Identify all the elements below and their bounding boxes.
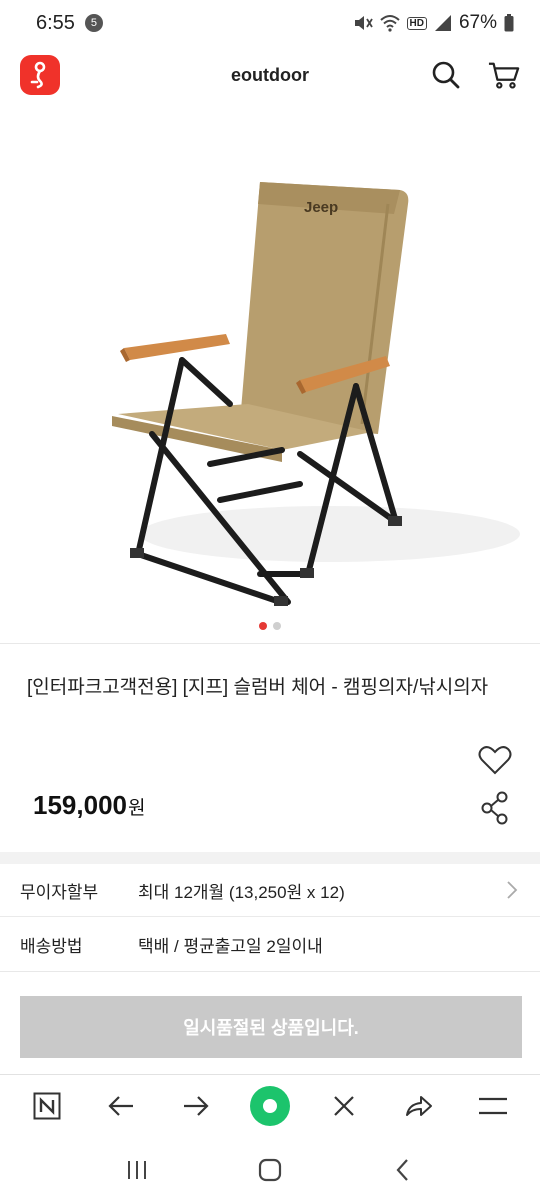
share-arrow-icon <box>405 1095 432 1116</box>
recent-apps-button[interactable] <box>117 1150 157 1190</box>
installment-value: 최대 12개월 (13,250원 x 12) <box>138 882 345 902</box>
pagination-dot[interactable] <box>273 622 281 630</box>
chevron-right-icon <box>507 881 518 899</box>
cart-icon <box>488 62 520 89</box>
naver-n-icon <box>33 1092 61 1119</box>
section-gap <box>0 852 540 864</box>
battery-icon <box>504 14 514 32</box>
soldout-button[interactable]: 일시품절된 상품입니다. <box>20 996 522 1058</box>
product-title: [인터파크고객전용] [지프] 슬럼버 체어 - 캠핑의자/낚시의자 <box>27 677 489 698</box>
menu-button[interactable] <box>470 1083 516 1129</box>
share-button[interactable] <box>480 791 510 825</box>
chevron-left-icon <box>396 1159 409 1181</box>
logo-mark-icon <box>30 61 46 89</box>
arrow-right-icon <box>183 1095 209 1116</box>
price-unit: 원 <box>127 798 146 819</box>
gallery-pagination <box>0 622 540 630</box>
status-bar: 6:55 5 HD 67% <box>0 0 540 46</box>
wishlist-button[interactable] <box>478 744 512 778</box>
heart-icon <box>478 746 512 775</box>
close-button[interactable] <box>321 1083 367 1129</box>
cart-button[interactable] <box>488 59 520 91</box>
recent-apps-icon <box>127 1161 146 1179</box>
signal-icon <box>434 15 451 31</box>
brand-print: Jeep <box>304 199 338 216</box>
product-price: 159,000 <box>33 790 127 820</box>
system-navigation-bar <box>0 1140 540 1200</box>
forward-button[interactable] <box>173 1083 219 1129</box>
naver-button[interactable] <box>24 1083 70 1129</box>
divider <box>0 971 540 972</box>
search-button[interactable] <box>430 59 462 91</box>
green-dot-icon <box>249 1085 290 1126</box>
shipping-value: 택배 / 평균출고일 2일이내 <box>138 937 323 956</box>
share-icon <box>481 791 508 825</box>
home-system-button[interactable] <box>250 1150 290 1190</box>
battery-percent: 67% <box>458 12 497 33</box>
divider <box>0 643 540 644</box>
arrow-left-icon <box>108 1095 134 1116</box>
app-logo[interactable] <box>20 55 60 95</box>
installment-label: 무이자할부 <box>20 882 99 902</box>
clock: 6:55 <box>36 11 75 34</box>
camping-chair-image: Jeep <box>112 182 520 606</box>
hamburger-icon <box>478 1097 507 1114</box>
notification-count-badge: 5 <box>84 14 103 32</box>
shipping-label: 배송방법 <box>20 937 83 956</box>
header-actions <box>430 59 520 91</box>
back-button[interactable] <box>98 1083 144 1129</box>
pagination-dot-active[interactable] <box>259 622 267 630</box>
home-button[interactable] <box>247 1083 293 1129</box>
app-header: eoutdoor <box>0 46 540 104</box>
share-page-button[interactable] <box>396 1083 442 1129</box>
home-square-icon <box>258 1158 282 1182</box>
wifi-icon <box>379 15 400 32</box>
search-icon <box>432 61 460 89</box>
hd-voice-badge: HD <box>406 16 427 30</box>
installment-row[interactable]: 무이자할부 최대 12개월 (13,250원 x 12) <box>0 864 540 917</box>
mute-icon <box>354 16 373 30</box>
back-system-button[interactable] <box>383 1150 423 1190</box>
price-row: 159,000 원 <box>33 790 145 821</box>
product-image-gallery[interactable]: Jeep <box>0 104 540 644</box>
close-icon <box>334 1095 355 1116</box>
browser-toolbar <box>0 1074 540 1136</box>
shipping-row: 배송방법 택배 / 평균출고일 2일이내 <box>0 918 540 971</box>
status-icons: HD 67% <box>353 12 514 34</box>
